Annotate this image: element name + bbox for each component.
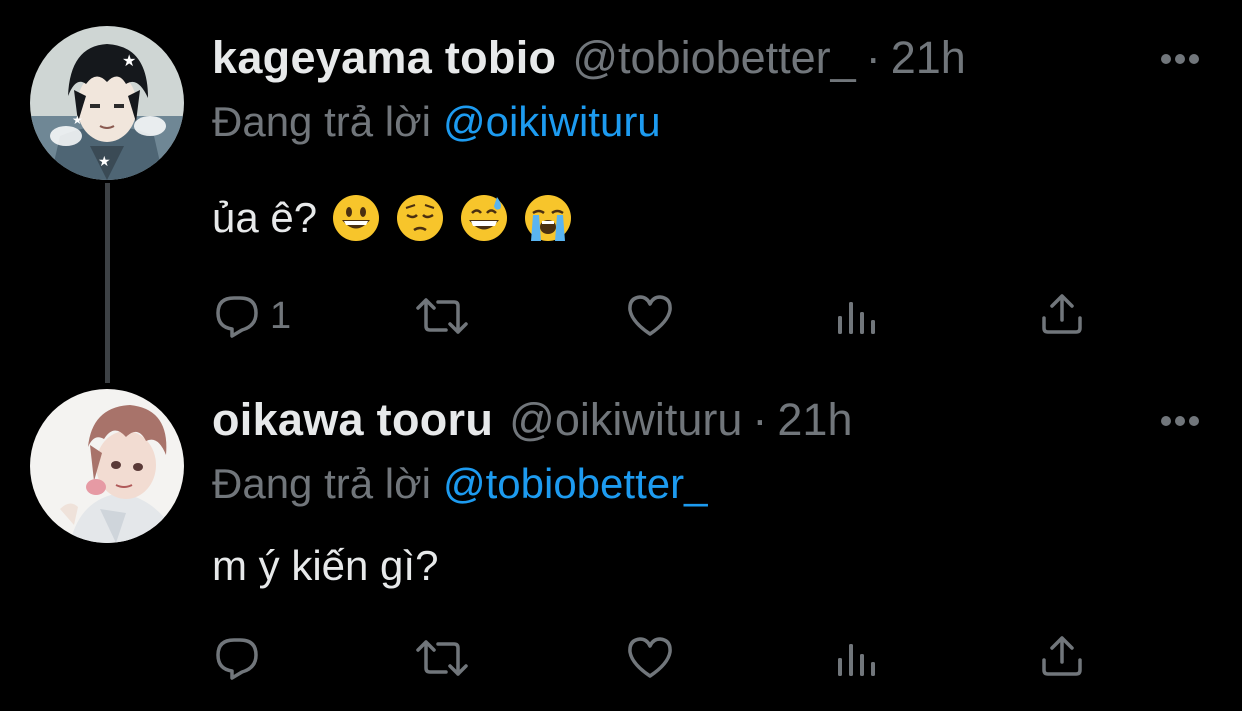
share-icon xyxy=(1042,636,1082,676)
tweet-text: ủa ê? xyxy=(212,190,573,246)
analytics-icon xyxy=(838,644,875,676)
pensive-face-icon xyxy=(397,195,444,241)
analytics-button[interactable] xyxy=(836,640,878,678)
retweet-button[interactable] xyxy=(414,638,470,678)
tweet-2-header: oikawa tooru @oikiwituru · 21h xyxy=(212,390,852,450)
like-button[interactable] xyxy=(626,294,674,338)
more-options-icon[interactable] xyxy=(1160,52,1200,66)
replying-to-line: Đang trả lời @tobiobetter_ xyxy=(212,456,707,512)
timestamp[interactable]: 21h xyxy=(777,390,852,450)
svg-text:★: ★ xyxy=(122,51,136,70)
like-button[interactable] xyxy=(626,636,674,680)
svg-text:★: ★ xyxy=(72,113,83,127)
svg-text:★: ★ xyxy=(98,154,111,170)
display-name[interactable]: oikawa tooru xyxy=(212,390,493,450)
reply-button[interactable]: 1 xyxy=(214,294,291,338)
avatar-oikawa[interactable] xyxy=(30,389,184,543)
share-button[interactable] xyxy=(1040,634,1084,678)
user-handle[interactable]: @oikiwituru xyxy=(509,390,742,450)
separator-dot: · xyxy=(865,32,881,83)
tweet-1-header: kageyama tobio @tobiobetter_ · 21h xyxy=(212,28,966,88)
thread-connector-line xyxy=(105,183,110,383)
more-options-icon[interactable] xyxy=(1160,414,1200,428)
tweet-text-content: ủa ê? xyxy=(212,194,318,241)
share-button[interactable] xyxy=(1040,292,1084,336)
analytics-button[interactable] xyxy=(836,298,878,336)
heart-icon xyxy=(628,295,672,336)
avatar-oikawa-image xyxy=(30,389,184,543)
analytics-icon xyxy=(838,302,875,334)
replying-prefix: Đang trả lời xyxy=(212,460,431,507)
tweet-text: m ý kiến gì? xyxy=(212,538,438,594)
replying-prefix: Đang trả lời xyxy=(212,98,431,145)
separator-dot: · xyxy=(752,394,768,445)
reply-button[interactable] xyxy=(214,636,270,680)
retweet-button[interactable] xyxy=(414,296,470,336)
heart-icon xyxy=(628,637,672,678)
timestamp[interactable]: 21h xyxy=(891,28,966,88)
reply-icon xyxy=(216,296,258,338)
user-handle[interactable]: @tobiobetter_ xyxy=(572,28,855,88)
retweet-icon xyxy=(416,640,468,676)
reply-count: 1 xyxy=(270,294,292,337)
display-name[interactable]: kageyama tobio xyxy=(212,28,556,88)
tweet-thread: ★ ★ ★ kageyama tobio @tobiobetter_ · 21h… xyxy=(0,0,1242,711)
retweet-icon xyxy=(416,298,468,334)
grinning-face-with-sweat-icon xyxy=(461,195,508,241)
avatar-kageyama-image: ★ ★ ★ xyxy=(30,26,184,180)
grinning-face-icon xyxy=(333,195,380,241)
replying-to-line: Đang trả lời @oikiwituru xyxy=(212,94,661,150)
tweet-text-content: m ý kiến gì? xyxy=(212,542,439,589)
avatar-kageyama[interactable]: ★ ★ ★ xyxy=(30,26,184,180)
replying-to-mention[interactable]: @tobiobetter_ xyxy=(443,460,707,507)
loudly-crying-face-icon xyxy=(525,195,572,241)
share-icon xyxy=(1042,294,1082,334)
replying-to-mention[interactable]: @oikiwituru xyxy=(443,98,661,145)
reply-icon xyxy=(216,638,258,680)
